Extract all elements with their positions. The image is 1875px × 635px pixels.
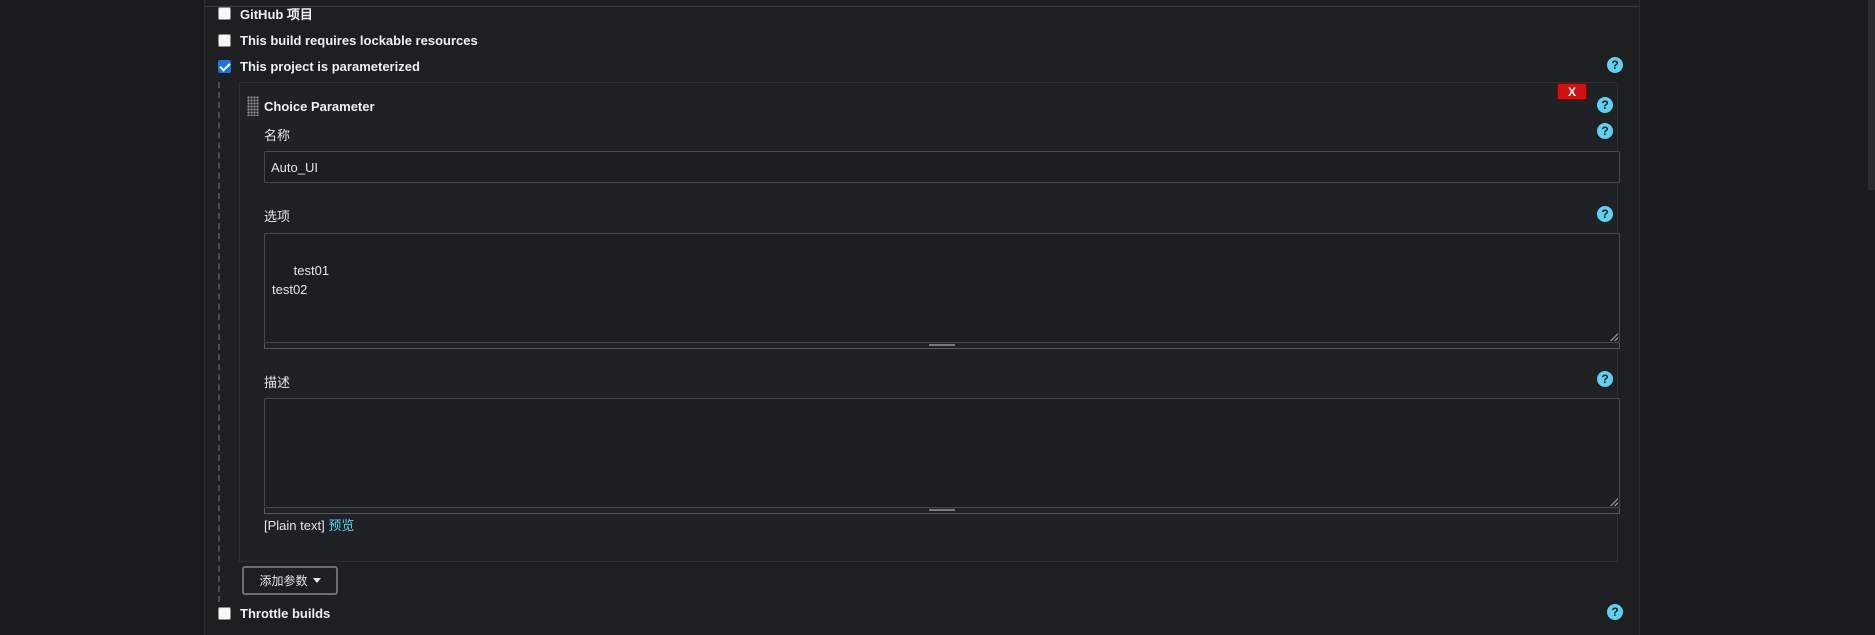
help-icon[interactable]: ? (1597, 97, 1613, 113)
plain-text-label: [Plain text] (264, 518, 325, 533)
throttle-builds-checkbox[interactable] (218, 606, 231, 620)
choices-value: test01 test02 (272, 263, 330, 297)
help-icon[interactable]: ? (1597, 371, 1613, 387)
github-project-checkbox[interactable] (218, 6, 231, 20)
parameterized-checkbox[interactable] (218, 59, 231, 73)
name-label: 名称 (264, 128, 291, 143)
help-icon[interactable]: ? (1607, 57, 1623, 73)
description-textarea[interactable] (264, 398, 1620, 508)
preview-link[interactable]: 预览 (328, 518, 354, 533)
grip-icon (929, 344, 955, 346)
help-icon[interactable]: ? (1597, 123, 1613, 139)
github-project-label: GitHub 项目 (240, 6, 313, 22)
resize-handle-icon[interactable] (1610, 498, 1618, 506)
param-title: Choice Parameter (264, 99, 375, 114)
lockable-resources-row[interactable]: This build requires lockable resources (218, 30, 478, 50)
add-parameter-label: 添加参数 (259, 574, 308, 588)
delete-parameter-button[interactable]: X (1557, 83, 1587, 100)
help-icon[interactable]: ? (1597, 206, 1613, 222)
choices-textarea[interactable]: test01 test02 (264, 233, 1620, 343)
name-input[interactable] (264, 151, 1620, 183)
lockable-resources-label: This build requires lockable resources (240, 32, 478, 48)
github-project-row[interactable]: GitHub 项目 (218, 3, 313, 23)
config-panel: GitHub 项目 This build requires lockable r… (204, 0, 1640, 635)
resize-handle-icon[interactable] (1610, 333, 1618, 341)
divider (205, 6, 1639, 7)
throttle-builds-row[interactable]: Throttle builds (218, 603, 330, 623)
chevron-down-icon (312, 578, 321, 583)
markup-format: [Plain text] 预览 (264, 515, 354, 534)
textarea-expand-handle[interactable] (264, 508, 1620, 514)
add-parameter-button[interactable]: 添加参数 (242, 566, 338, 595)
textarea-expand-handle[interactable] (264, 343, 1620, 349)
parameterized-row[interactable]: This project is parameterized (218, 56, 420, 76)
help-icon[interactable]: ? (1607, 604, 1623, 620)
grip-icon (929, 509, 955, 511)
throttle-builds-label: Throttle builds (240, 605, 331, 621)
page: GitHub 项目 This build requires lockable r… (0, 0, 1875, 635)
parameterized-label: This project is parameterized (240, 58, 420, 74)
lockable-resources-checkbox[interactable] (218, 33, 231, 47)
choices-label: 选项 (264, 209, 291, 224)
drag-handle-icon[interactable] (247, 96, 259, 116)
description-label: 描述 (264, 375, 291, 390)
scrollbar[interactable] (1868, 0, 1875, 190)
